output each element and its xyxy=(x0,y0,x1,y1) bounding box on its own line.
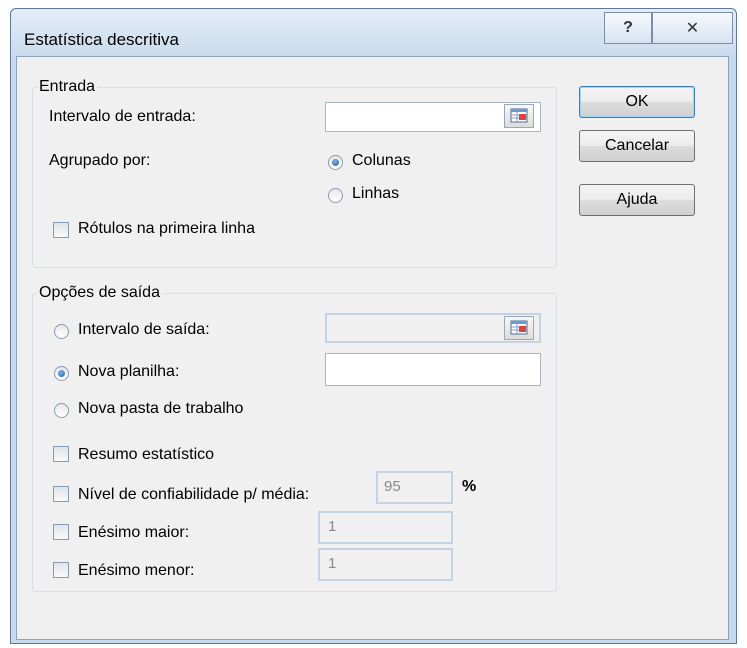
entrada-legend: Entrada xyxy=(39,78,96,95)
radio-selected-dot xyxy=(332,159,339,166)
new-sheet-label[interactable]: Nova planilha: xyxy=(78,363,179,381)
kth-smallest-field[interactable]: 1 xyxy=(318,548,453,581)
output-options-legend: Opções de saída xyxy=(39,284,160,301)
kth-smallest-checkbox[interactable] xyxy=(53,562,69,578)
new-workbook-radio[interactable] xyxy=(54,403,69,418)
cancel-button[interactable]: Cancelar xyxy=(579,130,695,162)
rows-label[interactable]: Linhas xyxy=(352,185,399,203)
help-button[interactable]: Ajuda xyxy=(579,184,695,216)
help-title-button[interactable]: ? xyxy=(604,12,652,44)
new-workbook-label[interactable]: Nova pasta de trabalho xyxy=(78,400,243,418)
summary-stats-checkbox[interactable] xyxy=(53,446,69,462)
confidence-label[interactable]: Nível de confiabilidade p/ média: xyxy=(78,486,309,504)
close-icon: ✕ xyxy=(685,20,700,37)
input-range-select-button[interactable] xyxy=(504,104,534,128)
ok-button[interactable]: OK xyxy=(579,86,695,118)
labels-first-row-label[interactable]: Rótulos na primeira linha xyxy=(78,220,255,238)
new-sheet-radio[interactable] xyxy=(54,366,69,381)
radio-selected-dot xyxy=(58,370,65,377)
dialog-title: Estatística descritiva xyxy=(24,30,179,49)
input-range-label: Intervalo de entrada: xyxy=(49,108,196,125)
kth-largest-label[interactable]: Enésimo maior: xyxy=(78,524,189,542)
new-sheet-name-field[interactable] xyxy=(325,353,541,386)
kth-largest-field[interactable]: 1 xyxy=(318,511,453,544)
output-range-select-button[interactable] xyxy=(504,316,534,340)
confidence-level-field[interactable]: 95 xyxy=(376,471,453,504)
labels-first-row-checkbox[interactable] xyxy=(53,222,69,238)
question-mark-icon: ? xyxy=(623,19,633,36)
range-select-icon xyxy=(510,320,528,335)
columns-label[interactable]: Colunas xyxy=(352,152,411,170)
columns-radio[interactable] xyxy=(328,155,343,170)
kth-smallest-label[interactable]: Enésimo menor: xyxy=(78,562,195,580)
rows-radio[interactable] xyxy=(328,188,343,203)
output-range-radio[interactable] xyxy=(54,324,69,339)
close-title-button[interactable]: ✕ xyxy=(652,12,733,44)
summary-stats-label[interactable]: Resumo estatístico xyxy=(78,446,214,464)
kth-largest-checkbox[interactable] xyxy=(53,524,69,540)
confidence-checkbox[interactable] xyxy=(53,486,69,502)
output-range-label[interactable]: Intervalo de saída: xyxy=(78,321,210,339)
percent-sign: % xyxy=(462,478,477,495)
range-select-icon xyxy=(510,108,528,123)
grouped-by-label: Agrupado por: xyxy=(49,152,151,169)
